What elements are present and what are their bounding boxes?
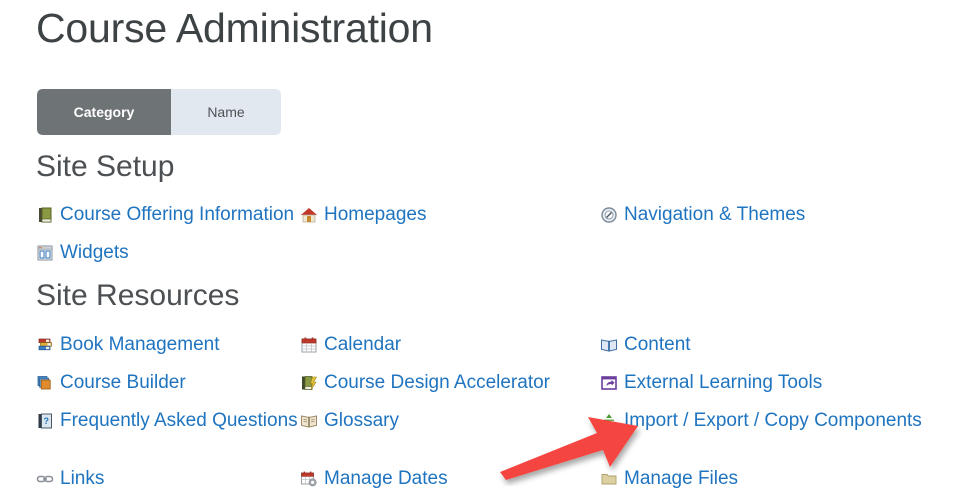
view-mode-toggle[interactable]: Category Name — [37, 89, 281, 135]
grid-row: ? Frequently Asked Questions Glossary Im… — [0, 407, 955, 445]
calendar-icon — [300, 336, 318, 354]
link-item-widgets[interactable]: Widgets — [0, 239, 300, 266]
grid-row: Widgets — [0, 239, 955, 277]
compass-icon — [600, 206, 618, 224]
grid-row: Course Builder Course Design Accelerator — [0, 369, 955, 407]
section-heading-site-resources: Site Resources — [36, 279, 240, 312]
link-item-homepages[interactable]: Homepages — [300, 201, 600, 228]
site-setup-link-grid: Course Offering Information Homepages Na… — [0, 201, 955, 277]
link-label[interactable]: Course Offering Information — [60, 201, 294, 228]
link-item-navigation-and-themes[interactable]: Navigation & Themes — [600, 201, 955, 228]
link-label[interactable]: Manage Files — [624, 465, 738, 492]
link-item-external-learning-tools[interactable]: External Learning Tools — [600, 369, 955, 396]
link-label[interactable]: Homepages — [324, 201, 426, 228]
link-item-import-export-copy-components[interactable]: Import / Export / Copy Components — [600, 407, 955, 434]
link-item-content[interactable]: Content — [600, 331, 955, 358]
link-label[interactable]: Content — [624, 331, 691, 358]
link-label[interactable]: External Learning Tools — [624, 369, 822, 396]
widgets-grid-icon — [36, 244, 54, 262]
link-label[interactable]: Navigation & Themes — [624, 201, 805, 228]
stacked-squares-icon — [36, 374, 54, 392]
link-item-course-builder[interactable]: Course Builder — [0, 369, 300, 396]
link-item-manage-dates[interactable]: Manage Dates — [300, 465, 600, 492]
link-label[interactable]: Manage Dates — [324, 465, 448, 492]
link-item-links[interactable]: Links — [0, 465, 300, 492]
import-export-arrows-icon — [600, 412, 618, 430]
folder-icon — [600, 470, 618, 488]
stacked-books-icon — [36, 336, 54, 354]
section-heading-site-setup: Site Setup — [36, 150, 175, 183]
link-label[interactable]: Glossary — [324, 407, 399, 434]
link-item-manage-files[interactable]: Manage Files — [600, 465, 955, 492]
site-resources-link-grid: Book Management Calendar Content Course … — [0, 331, 955, 503]
open-book-tan-icon — [300, 412, 318, 430]
green-book-icon — [36, 206, 54, 224]
grid-row: Course Offering Information Homepages Na… — [0, 201, 955, 239]
link-item-glossary[interactable]: Glossary — [300, 407, 600, 434]
open-book-blue-icon — [600, 336, 618, 354]
link-item-book-management[interactable]: Book Management — [0, 331, 300, 358]
house-icon — [300, 206, 318, 224]
toggle-name-button[interactable]: Name — [171, 89, 281, 135]
link-label[interactable]: Book Management — [60, 331, 220, 358]
chain-link-icon — [36, 470, 54, 488]
toggle-category-button[interactable]: Category — [37, 89, 171, 135]
link-item-course-offering-information[interactable]: Course Offering Information — [0, 201, 300, 228]
link-item-frequently-asked-questions[interactable]: ? Frequently Asked Questions — [0, 407, 300, 434]
page-title: Course Administration — [36, 5, 433, 51]
grid-row: Book Management Calendar Content — [0, 331, 955, 369]
link-label[interactable]: Import / Export / Copy Components — [624, 407, 922, 434]
svg-text:?: ? — [44, 416, 50, 426]
link-label[interactable]: Frequently Asked Questions — [60, 407, 298, 434]
link-item-course-design-accelerator[interactable]: Course Design Accelerator — [300, 369, 600, 396]
link-item-calendar[interactable]: Calendar — [300, 331, 600, 358]
external-tool-icon — [600, 374, 618, 392]
grid-row: Links Manage Dates Manage Files — [0, 465, 955, 503]
link-label[interactable]: Course Builder — [60, 369, 186, 396]
link-label[interactable]: Course Design Accelerator — [324, 369, 550, 396]
course-administration-page: Course Administration Category Name Site… — [0, 0, 955, 503]
link-label[interactable]: Widgets — [60, 239, 129, 266]
link-label[interactable]: Links — [60, 465, 104, 492]
faq-book-icon: ? — [36, 412, 54, 430]
calendar-gear-icon — [300, 470, 318, 488]
book-lightning-icon — [300, 374, 318, 392]
link-label[interactable]: Calendar — [324, 331, 401, 358]
